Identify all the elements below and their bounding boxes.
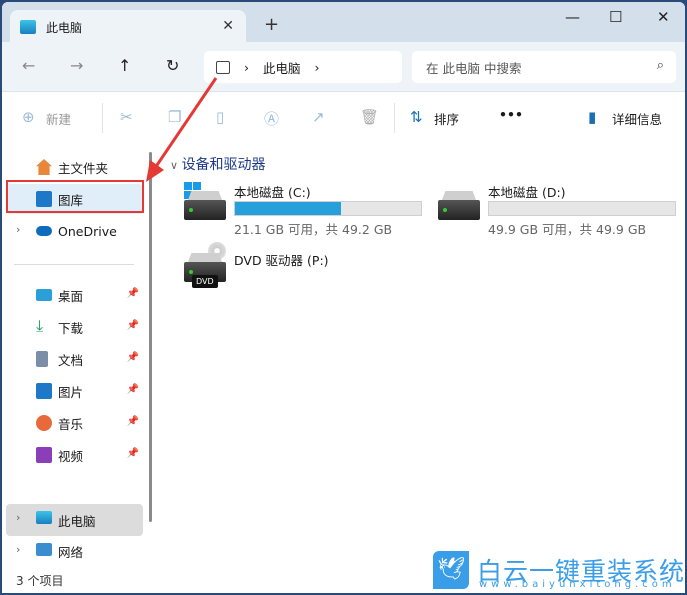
watermark-url: www.baiyunxitong.com <box>479 579 676 590</box>
bird-logo-icon: 🕊 <box>433 551 469 589</box>
watermark: 🕊 白云一键重装系统 www.baiyunxitong.com <box>433 551 685 590</box>
annotation-arrow <box>146 77 218 182</box>
